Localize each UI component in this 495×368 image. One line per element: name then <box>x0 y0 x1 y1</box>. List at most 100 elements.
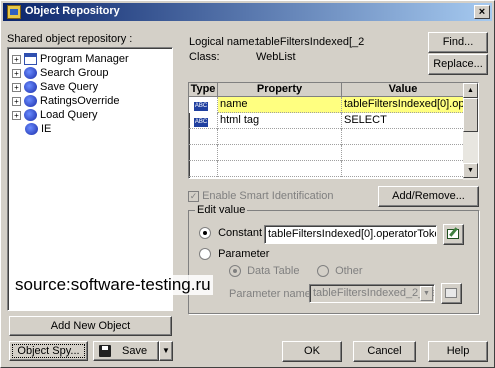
ok-button[interactable]: OK <box>282 341 342 362</box>
browser-icon <box>24 67 37 80</box>
logical-name-label: Logical name: <box>189 36 258 48</box>
constant-label: Constant <box>218 227 263 239</box>
parameter-name-dropdown[interactable]: tableFiltersIndexed_2_na ▼ <box>309 284 435 303</box>
string-type-icon: ABC <box>194 102 208 111</box>
browser-icon <box>25 123 38 136</box>
parameter-name-value: tableFiltersIndexed_2_na <box>313 287 435 299</box>
other-radio[interactable]: Other <box>317 265 363 278</box>
tree-item-ratings-override[interactable]: + RatingsOverride <box>12 95 119 109</box>
parameter-radio[interactable]: Parameter <box>199 248 270 261</box>
replace-button[interactable]: Replace... <box>428 54 488 75</box>
empty-row <box>189 145 465 161</box>
column-header-value[interactable]: Value <box>342 83 465 97</box>
constant-value-field[interactable]: tableFiltersIndexed[0].operatorToken <box>264 225 437 244</box>
tree-item-save-query[interactable]: + Save Query <box>12 81 98 95</box>
radio-selected-icon <box>199 227 211 240</box>
radio-unselected-icon <box>199 248 211 261</box>
shared-repository-label: Shared object repository : <box>7 33 133 45</box>
save-button[interactable]: Save <box>93 341 159 361</box>
scroll-thumb[interactable] <box>463 98 478 132</box>
smart-identification-label: Enable Smart Identification <box>202 190 334 202</box>
tree-item-search-group[interactable]: + Search Group <box>12 67 108 81</box>
find-button[interactable]: Find... <box>428 32 488 53</box>
tree-item-label: Program Manager <box>40 53 129 65</box>
expand-icon[interactable]: + <box>12 110 21 120</box>
object-tree[interactable]: + Program Manager + Search Group + Save Que… <box>7 47 173 311</box>
floppy-icon <box>99 345 111 357</box>
empty-cell <box>189 145 218 161</box>
radio-disabled-icon <box>317 265 329 278</box>
source-watermark: source:software-testing.ru <box>13 275 213 295</box>
property-cell: name <box>218 97 342 113</box>
object-spy-button[interactable]: Object Spy... <box>9 341 88 361</box>
pencil-icon <box>447 227 459 239</box>
save-dropdown-button[interactable]: ▼ <box>159 341 173 361</box>
tree-item-label: Search Group <box>40 67 109 79</box>
browser-icon <box>24 81 37 94</box>
other-label: Other <box>335 265 363 277</box>
close-button[interactable]: × <box>474 5 490 19</box>
empty-cell <box>218 129 342 145</box>
properties-grid[interactable]: Type Property Value ABC name tableFilter… <box>188 82 479 180</box>
cancel-button[interactable]: Cancel <box>353 341 416 362</box>
edit-value-title: Edit value <box>195 204 248 216</box>
expand-icon[interactable]: + <box>12 54 21 64</box>
browser-icon <box>24 95 37 108</box>
window-title: Object Repository <box>25 5 120 17</box>
radio-disabled-selected-icon <box>229 265 241 278</box>
data-table-label: Data Table <box>247 265 300 277</box>
tree-item-load-query[interactable]: + Load Query <box>12 109 97 123</box>
expand-icon[interactable]: + <box>12 68 21 78</box>
save-label: Save <box>122 345 148 357</box>
property-cell: html tag <box>218 113 342 129</box>
type-cell: ABC <box>189 97 218 113</box>
pencil-icon <box>445 288 457 298</box>
table-row[interactable]: ABC html tag SELECT <box>189 113 465 129</box>
edit-parameter-button[interactable] <box>441 283 462 304</box>
tree-item-ie[interactable]: IE <box>25 123 51 137</box>
empty-row <box>189 161 465 177</box>
empty-cell <box>218 145 342 161</box>
value-cell[interactable]: SELECT <box>342 113 465 129</box>
repository-icon <box>7 5 21 19</box>
tree-item-label: Save Query <box>40 81 99 93</box>
expand-icon[interactable]: + <box>12 96 21 106</box>
type-cell: ABC <box>189 113 218 129</box>
help-button[interactable]: Help <box>428 341 488 362</box>
class-value: WebList <box>256 51 296 63</box>
add-remove-button[interactable]: Add/Remove... <box>378 186 479 207</box>
column-header-type[interactable]: Type <box>189 83 218 97</box>
vertical-scrollbar[interactable]: ▲ ▼ <box>463 83 478 180</box>
add-new-object-button[interactable]: Add New Object <box>9 316 172 336</box>
table-row[interactable]: ABC name tableFiltersIndexed[0].operat <box>189 97 465 113</box>
string-type-icon: ABC <box>194 118 208 127</box>
edit-constant-button[interactable] <box>443 224 464 245</box>
object-repository-window: Object Repository × Shared object reposi… <box>0 0 495 368</box>
data-table-radio[interactable]: Data Table <box>229 265 300 278</box>
empty-row <box>189 129 465 145</box>
class-label: Class: <box>189 51 220 63</box>
edit-value-group: Edit value Constant tableFiltersIndexed[… <box>188 204 479 314</box>
expand-icon[interactable]: + <box>12 82 21 92</box>
empty-cell <box>189 129 218 145</box>
chevron-down-icon[interactable]: ▼ <box>420 286 433 301</box>
empty-cell <box>189 161 218 177</box>
parameter-name-label: Parameter name: <box>229 288 314 300</box>
browser-icon <box>24 109 37 122</box>
value-cell[interactable]: tableFiltersIndexed[0].operat <box>342 97 465 113</box>
empty-cell <box>218 161 342 177</box>
scroll-up-icon[interactable]: ▲ <box>463 83 478 98</box>
smart-identification-checkbox[interactable]: ✓ Enable Smart Identification <box>188 190 334 202</box>
tree-item-label: RatingsOverride <box>40 95 120 107</box>
window-icon <box>24 53 37 66</box>
column-header-property[interactable]: Property <box>218 83 342 97</box>
tree-item-label: IE <box>41 123 52 135</box>
logical-name-value: tableFiltersIndexed[_2 <box>256 36 365 48</box>
title-bar[interactable]: Object Repository × <box>3 3 492 21</box>
parameter-label: Parameter <box>218 248 270 260</box>
scroll-down-icon[interactable]: ▼ <box>463 163 478 178</box>
checkbox-icon: ✓ <box>188 190 199 202</box>
tree-item-program-manager[interactable]: + Program Manager <box>12 53 129 67</box>
tree-item-label: Load Query <box>40 109 98 121</box>
constant-radio[interactable]: Constant <box>199 227 263 240</box>
